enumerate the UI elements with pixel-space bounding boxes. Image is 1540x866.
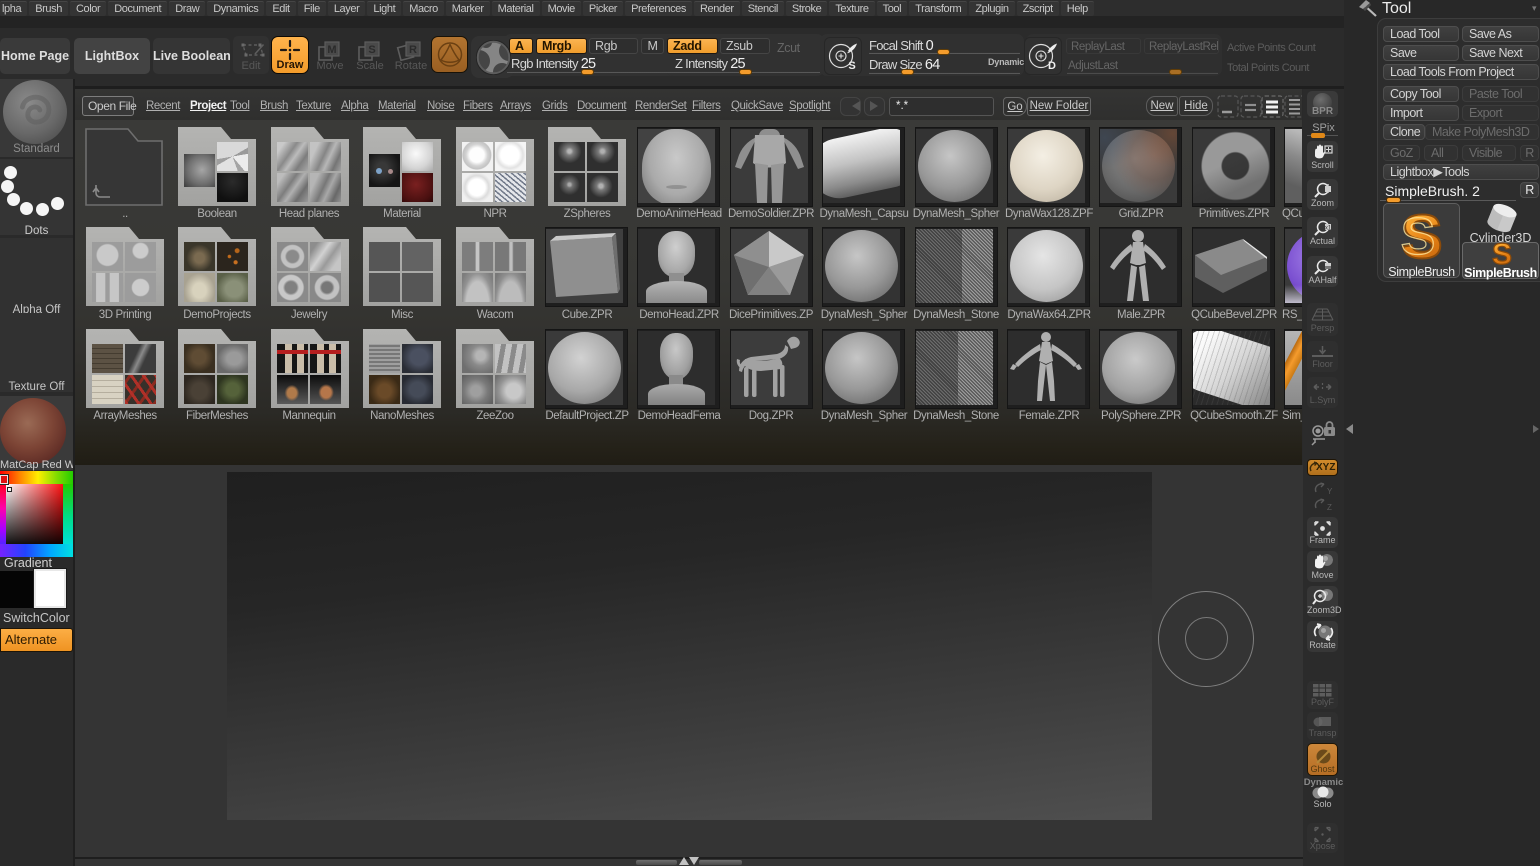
svg-text:S: S	[848, 60, 855, 72]
svg-text:Z: Z	[1327, 503, 1332, 511]
svg-text:D: D	[1048, 60, 1056, 72]
svg-text:x1: x1	[1325, 226, 1332, 232]
svg-text:S: S	[368, 44, 375, 56]
svg-text:M: M	[327, 44, 336, 56]
svg-text:R: R	[409, 44, 417, 56]
svg-text:Y: Y	[1327, 487, 1333, 495]
svg-text:S: S	[1492, 238, 1512, 269]
svg-text:S: S	[1401, 208, 1436, 266]
